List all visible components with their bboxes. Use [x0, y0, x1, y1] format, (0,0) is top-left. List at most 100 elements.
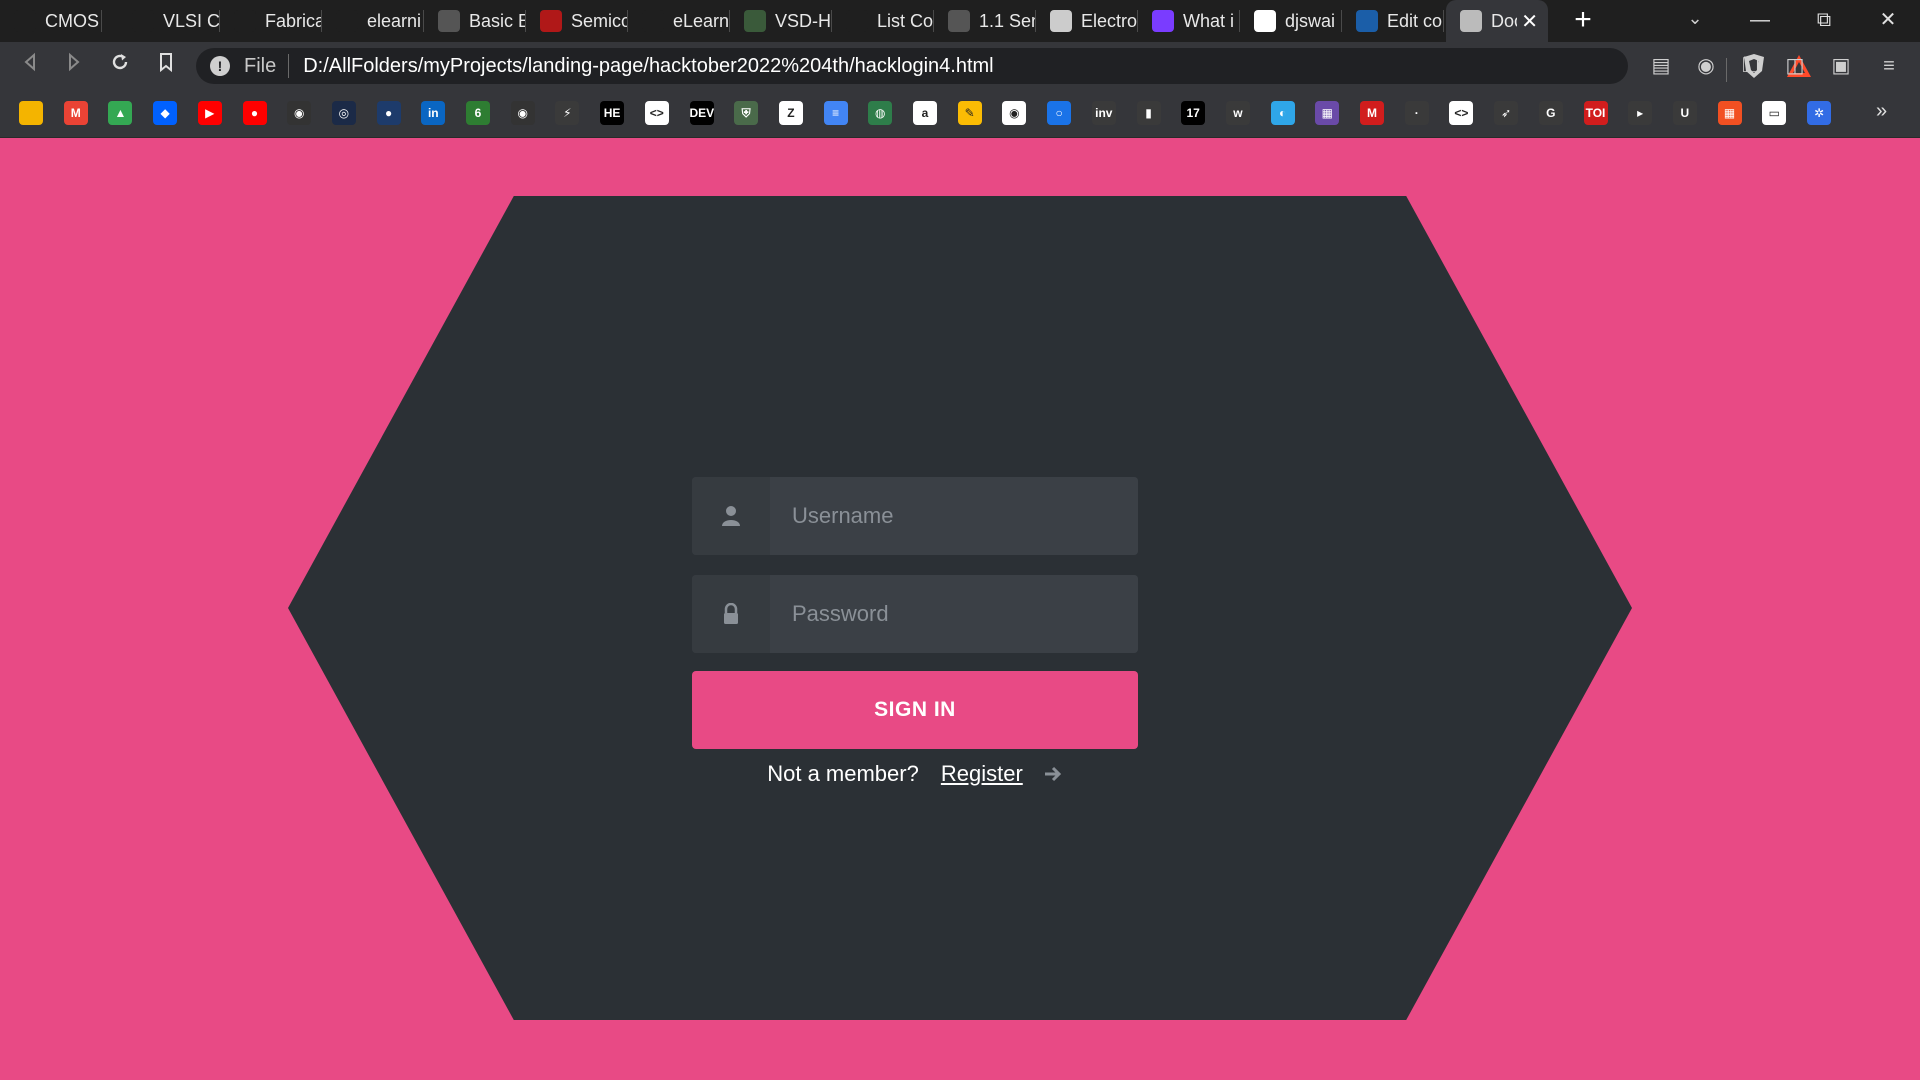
browser-tab[interactable]: Electro: [1036, 0, 1138, 42]
docs-bookmark-icon[interactable]: ≡: [823, 101, 848, 125]
hackerearth-bookmark-icon[interactable]: HE: [600, 101, 625, 125]
tab-title: eLearni: [673, 10, 730, 31]
linkedin-bookmark-icon[interactable]: in: [421, 101, 446, 125]
brave-wallet-icon[interactable]: ▣: [1826, 52, 1856, 82]
store-bookmark-icon[interactable]: ▦: [1315, 101, 1340, 125]
username-input[interactable]: [770, 477, 1138, 555]
browser-tab[interactable]: djswai: [1240, 0, 1342, 42]
g-bookmark-icon[interactable]: G: [1538, 101, 1563, 125]
dropbox-bookmark-icon[interactable]: ◆: [153, 101, 178, 125]
address-bar[interactable]: ! File D:/AllFolders/myProjects/landing-…: [196, 48, 1811, 84]
microsoft-bookmark-icon[interactable]: ▦: [1717, 101, 1742, 125]
tab-title: Fabrica: [265, 10, 322, 31]
edx-icon: [336, 10, 358, 32]
username-field: [692, 477, 1138, 555]
tab-strip: + ⌄ — ⧉ ✕ CMOS VLSI Co Fabrica elearni Basic…: [0, 0, 1920, 42]
edx-icon: [642, 10, 664, 32]
drive-bookmark-icon[interactable]: ▲: [108, 101, 133, 125]
menu-icon[interactable]: ≡: [1874, 52, 1904, 82]
browser-tab[interactable]: What i: [1138, 0, 1240, 42]
browser-tab[interactable]: Fabrica: [220, 0, 322, 42]
folder-bookmark-icon[interactable]: [19, 101, 43, 125]
youtube-bookmark-icon[interactable]: ▶: [197, 101, 222, 125]
blue-person-bookmark-icon[interactable]: ●: [376, 101, 401, 125]
forward-button[interactable]: [58, 51, 90, 83]
green-leaf-bookmark-icon[interactable]: 6: [466, 101, 490, 125]
bookmarks-overflow-icon[interactable]: »: [1876, 100, 1887, 123]
u-bookmark-icon[interactable]: U: [1672, 101, 1697, 125]
globe-green-bookmark-icon[interactable]: ◍: [868, 101, 893, 125]
sign-in-button[interactable]: SIGN IN: [692, 671, 1138, 749]
restore-button[interactable]: ⧉: [1792, 0, 1856, 42]
wave-bookmark-icon[interactable]: w: [1225, 101, 1250, 125]
orange-circle-bookmark-icon[interactable]: ◉: [1002, 101, 1027, 125]
github-2-bookmark-icon[interactable]: ◉: [510, 101, 535, 125]
keep-bookmark-icon[interactable]: ✎: [957, 101, 982, 125]
edx-bookmark-icon[interactable]: Z: [778, 101, 803, 125]
register-link[interactable]: Register: [941, 761, 1023, 786]
chart-bookmark-icon[interactable]: ▮: [1136, 101, 1161, 125]
browser-tab[interactable]: Basic E: [424, 0, 526, 42]
github-icon: [1254, 10, 1276, 32]
kubernetes-bookmark-icon[interactable]: ✲: [1807, 101, 1831, 125]
browser-tab[interactable]: Doc✕: [1446, 0, 1548, 42]
arrow-right-icon[interactable]: [1043, 763, 1063, 789]
globe-dark-bookmark-icon[interactable]: ◎: [331, 101, 356, 125]
youtube-music-bookmark-icon[interactable]: ●: [242, 101, 267, 125]
tradingview-bookmark-icon[interactable]: 17: [1181, 101, 1206, 125]
close-window-button[interactable]: ✕: [1856, 0, 1920, 42]
red-m-bookmark-icon[interactable]: M: [1360, 101, 1384, 125]
back-button[interactable]: [14, 51, 46, 83]
reload-button[interactable]: [104, 51, 136, 83]
tab-title: Basic E: [469, 10, 526, 31]
edge-bookmark-icon[interactable]: ◐: [1270, 101, 1295, 125]
lock-icon: [692, 575, 770, 653]
dev-bookmark-icon[interactable]: DEV: [689, 101, 714, 125]
sidebar-toggle-icon[interactable]: ◫: [1780, 52, 1810, 82]
code-bookmark-icon[interactable]: <>: [644, 101, 669, 125]
address-url[interactable]: D:/AllFolders/myProjects/landing-page/ha…: [303, 55, 993, 78]
password-input[interactable]: [770, 575, 1138, 653]
close-tab-icon[interactable]: ✕: [1521, 9, 1538, 34]
sheets-bookmark-icon[interactable]: ▭: [1762, 101, 1787, 125]
info-icon[interactable]: !: [210, 56, 230, 76]
browser-tab[interactable]: eLearni: [628, 0, 730, 42]
browser-tab[interactable]: CMOS: [0, 0, 102, 42]
stack-icon: [1152, 10, 1174, 32]
browser-tab[interactable]: VLSI Co: [118, 0, 220, 42]
amazon-bookmark-icon[interactable]: a: [913, 101, 937, 125]
globe-icon: [1460, 10, 1482, 32]
shield-bookmark-icon[interactable]: ⛨: [734, 101, 759, 125]
browser-tab[interactable]: List Co: [832, 0, 934, 42]
browser-tab[interactable]: 1.1 Sem: [934, 0, 1036, 42]
gmail-bookmark-icon[interactable]: M: [63, 101, 88, 125]
tab-title: What i: [1183, 10, 1235, 31]
browser-tab[interactable]: Semico: [526, 0, 628, 42]
extensions-puzzle-icon[interactable]: ❒: [1736, 52, 1766, 82]
investing-bookmark-icon[interactable]: inv: [1091, 101, 1116, 125]
address-right-divider: [1726, 58, 1727, 82]
code-2-bookmark-icon[interactable]: <>: [1449, 101, 1474, 125]
minimize-button[interactable]: —: [1728, 0, 1792, 42]
play-bookmark-icon[interactable]: ▸: [1628, 101, 1653, 125]
user-icon: [692, 477, 770, 555]
dark-dot-bookmark-icon[interactable]: ·: [1404, 101, 1429, 125]
new-tab-button[interactable]: +: [1566, 4, 1600, 38]
address-scheme: File: [244, 54, 277, 77]
toi-bookmark-icon[interactable]: TOI: [1583, 101, 1608, 125]
password-field: [692, 575, 1138, 653]
github-bookmark-icon[interactable]: ◉: [287, 101, 312, 125]
bookmark-button[interactable]: [150, 51, 182, 83]
wallet-ext-icon[interactable]: ▤: [1646, 52, 1676, 82]
camera-icon[interactable]: ◉: [1691, 52, 1721, 82]
browser-tab[interactable]: Edit co: [1342, 0, 1444, 42]
browser-tab[interactable]: VSD-H: [730, 0, 832, 42]
orange-arrow-bookmark-icon[interactable]: ➶: [1494, 101, 1519, 125]
blue-ring-bookmark-icon[interactable]: ○: [1047, 101, 1072, 125]
tab-search-chevron-icon[interactable]: ⌄: [1680, 8, 1710, 34]
lightning-bookmark-icon[interactable]: ⚡: [555, 101, 580, 125]
tab-title: VLSI Co: [163, 10, 220, 31]
forward-arrow-icon: [69, 52, 80, 72]
bookmark-icon: [160, 53, 172, 73]
browser-tab[interactable]: elearni: [322, 0, 424, 42]
